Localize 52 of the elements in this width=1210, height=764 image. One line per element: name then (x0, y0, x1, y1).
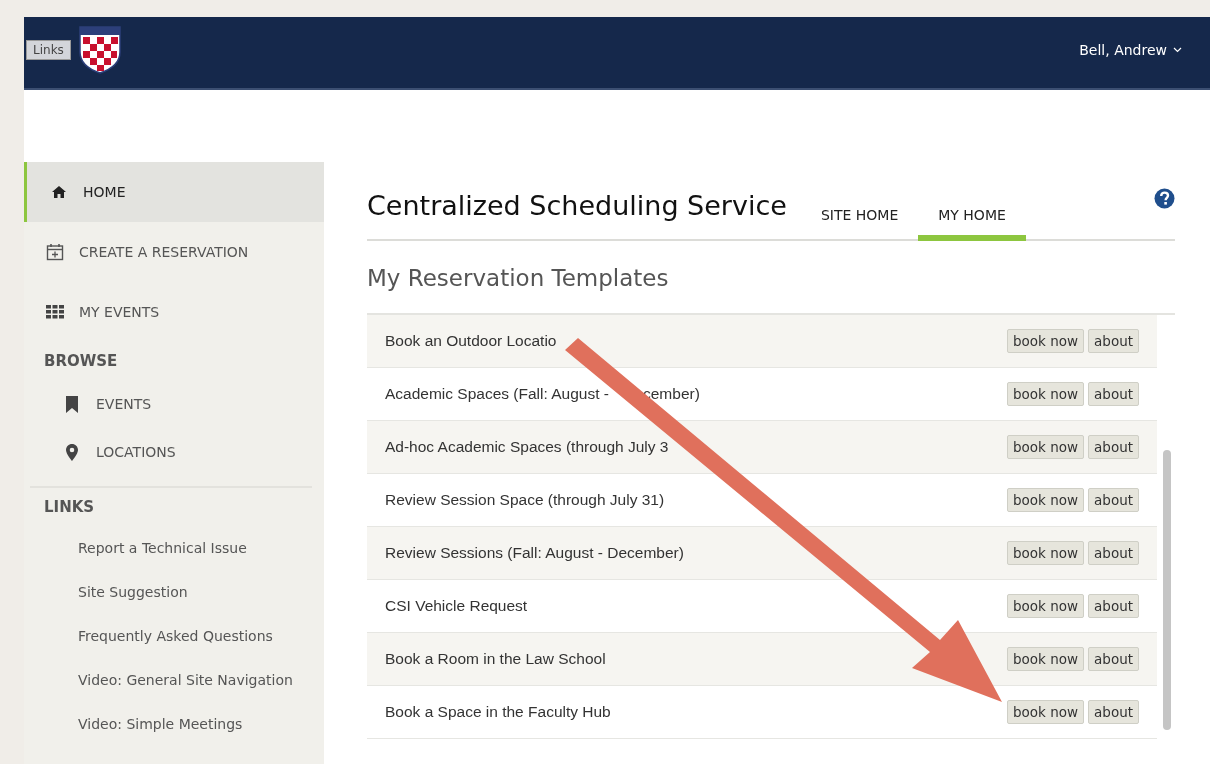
book-now-button[interactable]: book now (1007, 541, 1085, 565)
about-button[interactable]: about (1088, 488, 1139, 512)
template-name: Book an Outdoor Locatio (385, 332, 557, 350)
sidebar-link[interactable]: Video: General Site Navigation (78, 658, 293, 702)
home-icon (51, 185, 67, 199)
about-button[interactable]: about (1088, 329, 1139, 353)
sidebar-item[interactable]: EVENTS (24, 380, 324, 428)
tab[interactable]: MY HOME (918, 207, 1026, 241)
template-name: Review Sessions (Fall: August - December) (385, 544, 684, 562)
book-now-button[interactable]: book now (1007, 435, 1085, 459)
book-now-button[interactable]: book now (1007, 700, 1085, 724)
links-button[interactable]: Links (26, 39, 71, 60)
book-now-button[interactable]: book now (1007, 382, 1085, 406)
page-title: Centralized Scheduling Service (367, 190, 787, 221)
calendar-plus-icon (46, 243, 64, 261)
sidebar-link[interactable]: Video: Simple Meetings (78, 702, 243, 746)
about-button[interactable]: about (1088, 382, 1139, 406)
sidebar-link[interactable]: Site Suggestion (78, 570, 188, 614)
scrollbar[interactable] (1163, 450, 1171, 730)
sidebar-link[interactable]: Frequently Asked Questions (78, 614, 273, 658)
template-name: Book a Room in the Law School (385, 650, 606, 668)
template-name: cember) (643, 385, 700, 403)
tab[interactable]: SITE HOME (800, 207, 919, 241)
about-button[interactable]: about (1088, 541, 1139, 565)
about-button[interactable]: about (1088, 647, 1139, 671)
help-icon[interactable] (1154, 188, 1175, 209)
template-name: Ad-hoc Academic Spaces (through July 3 (385, 438, 669, 456)
template-name: Academic Spaces (Fall: August - (385, 385, 609, 403)
map-pin-icon (66, 443, 78, 461)
template-name: Review Session Space (through July 31) (385, 491, 665, 509)
user-menu[interactable]: Bell, Andrew (1079, 41, 1182, 58)
book-now-button[interactable]: book now (1007, 594, 1085, 618)
section-title: My Reservation Templates (367, 265, 670, 291)
bookmark-icon (65, 395, 79, 413)
book-now-button[interactable]: book now (1007, 488, 1085, 512)
sidebar-item[interactable]: LOCATIONS (24, 428, 324, 476)
book-now-button[interactable]: book now (1007, 329, 1085, 353)
grid-icon (46, 305, 64, 319)
about-button[interactable]: about (1088, 594, 1139, 618)
chevron-down-icon (1173, 46, 1182, 53)
section-heading: LINKS (43, 497, 96, 518)
sidebar-item[interactable]: MY EVENTS (24, 282, 324, 342)
book-now-button[interactable]: book now (1007, 647, 1085, 671)
template-name: CSI Vehicle Request (385, 597, 528, 615)
sidebar-item[interactable]: CREATE A RESERVATION (24, 222, 324, 282)
sidebar-link[interactable]: Report a Technical Issue (78, 526, 247, 570)
about-button[interactable]: about (1088, 700, 1139, 724)
about-button[interactable]: about (1088, 435, 1139, 459)
section-heading: BROWSE (43, 351, 119, 372)
template-name: Book a Space in the Faculty Hub (385, 703, 611, 721)
shield-logo (78, 25, 121, 74)
sidebar-item[interactable]: HOME (24, 162, 324, 222)
